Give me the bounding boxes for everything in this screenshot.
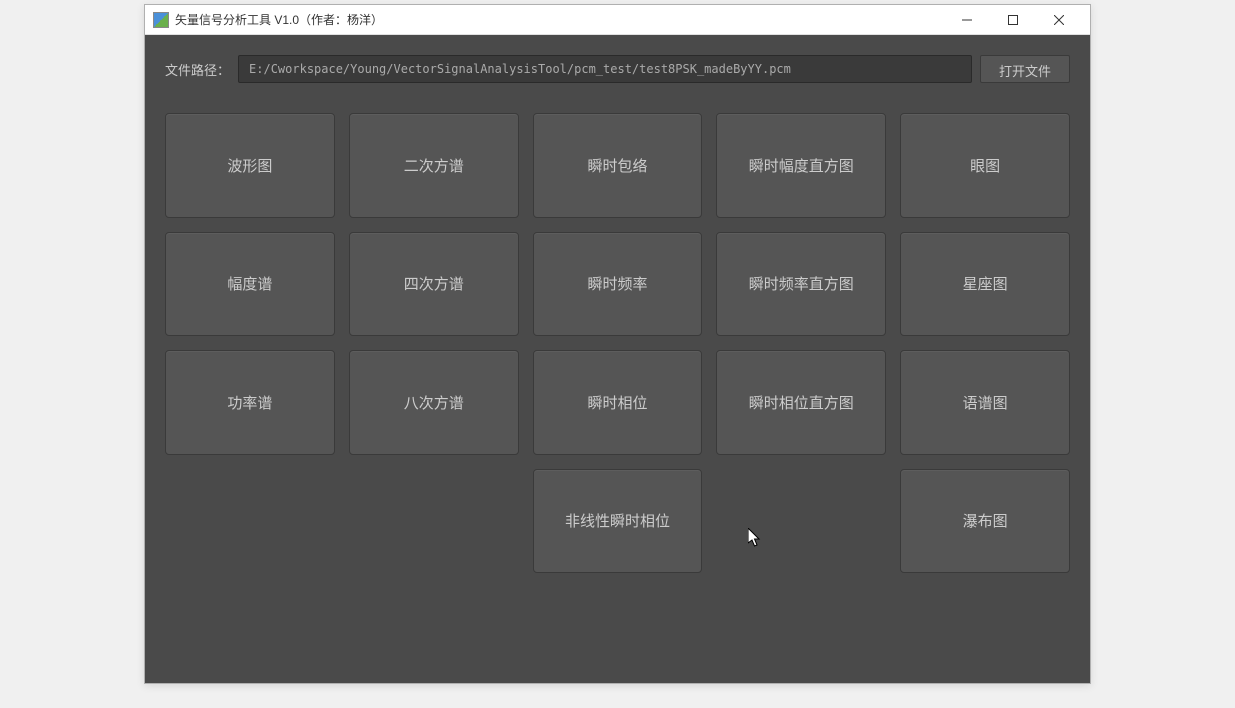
analysis-button-grid: 波形图 二次方谱 瞬时包络 瞬时幅度直方图 眼图 幅度谱 四次方谱 瞬时频率 瞬… bbox=[165, 113, 1070, 573]
content-area: 文件路径： 打开文件 波形图 二次方谱 瞬时包络 瞬时幅度直方图 眼图 幅度谱 … bbox=[145, 35, 1090, 683]
amplitude-spectrum-button[interactable]: 幅度谱 bbox=[165, 232, 335, 337]
maximize-button[interactable] bbox=[990, 6, 1036, 34]
waterfall-button[interactable]: 瀑布图 bbox=[900, 469, 1070, 574]
minimize-button[interactable] bbox=[944, 6, 990, 34]
window-title: 矢量信号分析工具 V1.0（作者：杨洋） bbox=[175, 11, 944, 28]
waveform-button[interactable]: 波形图 bbox=[165, 113, 335, 218]
file-path-row: 文件路径： 打开文件 bbox=[165, 55, 1070, 83]
instant-phase-button[interactable]: 瞬时相位 bbox=[533, 350, 703, 455]
instant-frequency-histogram-button[interactable]: 瞬时频率直方图 bbox=[716, 232, 886, 337]
fourth-power-spectrum-button[interactable]: 四次方谱 bbox=[349, 232, 519, 337]
open-file-button[interactable]: 打开文件 bbox=[980, 55, 1070, 83]
file-path-input[interactable] bbox=[238, 55, 972, 83]
titlebar: 矢量信号分析工具 V1.0（作者：杨洋） bbox=[145, 5, 1090, 35]
eighth-power-spectrum-button[interactable]: 八次方谱 bbox=[349, 350, 519, 455]
instant-phase-histogram-button[interactable]: 瞬时相位直方图 bbox=[716, 350, 886, 455]
instant-envelope-button[interactable]: 瞬时包络 bbox=[533, 113, 703, 218]
second-power-spectrum-button[interactable]: 二次方谱 bbox=[349, 113, 519, 218]
file-path-label: 文件路径： bbox=[165, 60, 230, 79]
spectrogram-button[interactable]: 语谱图 bbox=[900, 350, 1070, 455]
eye-diagram-button[interactable]: 眼图 bbox=[900, 113, 1070, 218]
instant-amplitude-histogram-button[interactable]: 瞬时幅度直方图 bbox=[716, 113, 886, 218]
power-spectrum-button[interactable]: 功率谱 bbox=[165, 350, 335, 455]
window-controls bbox=[944, 6, 1082, 34]
app-window: 矢量信号分析工具 V1.0（作者：杨洋） 文件路径： 打开文件 波形图 二次方谱… bbox=[144, 4, 1091, 684]
instant-frequency-button[interactable]: 瞬时频率 bbox=[533, 232, 703, 337]
nonlinear-instant-phase-button[interactable]: 非线性瞬时相位 bbox=[533, 469, 703, 574]
close-button[interactable] bbox=[1036, 6, 1082, 34]
app-icon bbox=[153, 12, 169, 28]
constellation-button[interactable]: 星座图 bbox=[900, 232, 1070, 337]
